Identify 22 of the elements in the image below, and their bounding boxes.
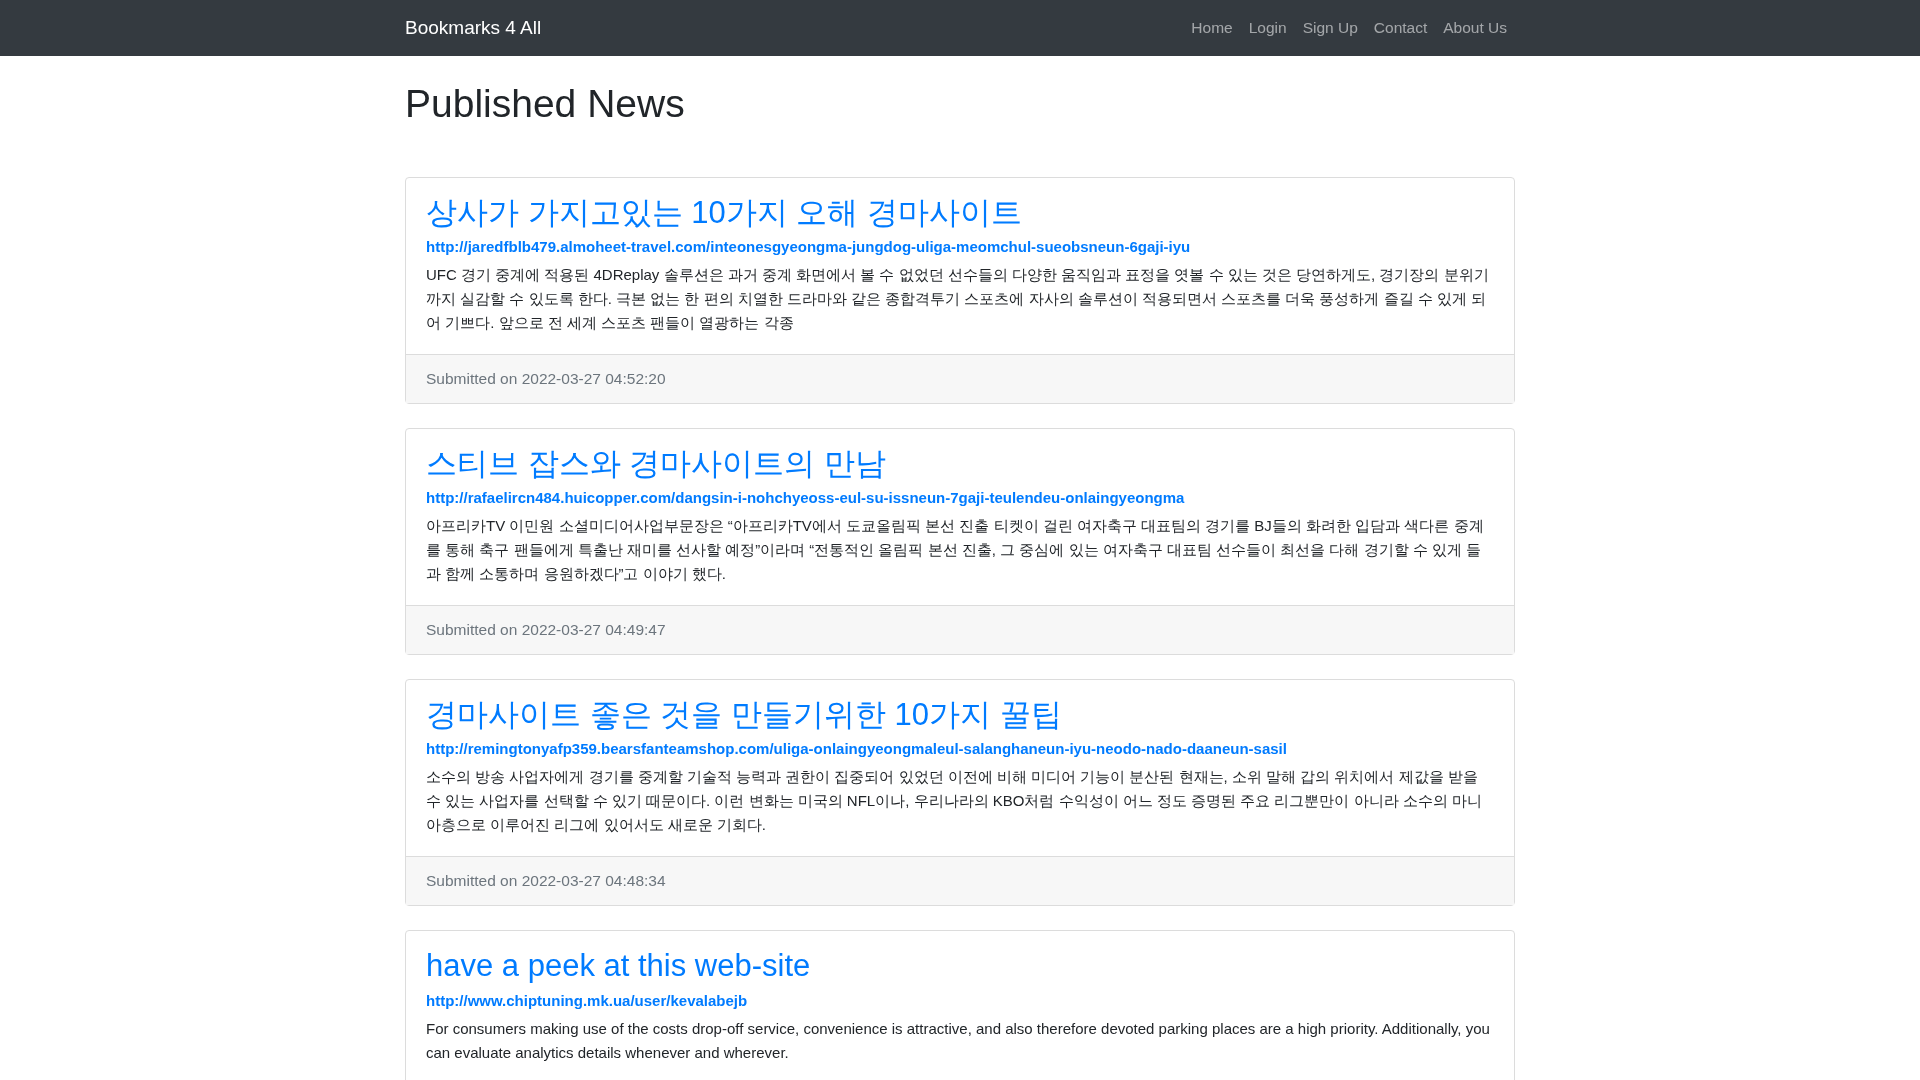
site-brand-link[interactable]: Bookmarks 4 All (405, 17, 542, 39)
post-title-link[interactable]: 상사가 가지고있는 10가지 오해 경마사이트 (426, 193, 1022, 231)
submitted-date: Submitted on 2022-03-27 04:52:20 (426, 370, 666, 388)
nav-link[interactable]: Sign Up (1294, 19, 1366, 37)
post-excerpt: 아프리카TV 이민원 소셜미디어사업부문장은 “아프리카TV에서 도쿄올림픽 본선 진출 티켓이 걸린 여자축구 대표팀의 경기를 BJ들의 화려한 입담과 색다른 중계를 통해 축구 팬들에게 특출난 재미를 선사할 예정”이라며 “전통적인 올림픽 본선 진출, 그 중심에 있는 여자축구 대표팀 선수들이 최선을 다해 경기할 수 있게 들과 함께 소통하며 응원하겠다”고 이야기 했다. (426, 516, 1485, 585)
submitted-date: Submitted on 2022-03-27 04:48:34 (426, 872, 666, 891)
post-excerpt: For consumers making use of the costs drop-off service, convenience is attractive, and also therefore devoted parking places are a high priority. Additionally, you can evaluate analytics details whenever and wherever. (426, 1018, 1491, 1063)
post-title-link[interactable]: 경마사이트 좋은 것을 만들기위한 10가지 꿀팁 (426, 696, 1062, 734)
post-title-link[interactable]: 스티브 잡스와 경마사이트의 만남 (426, 445, 886, 483)
post-url-link[interactable]: http://remingtonyafp359.bearsfanteamshop.com/uliga-onlaingyeongmaleul-salanghaneun-iyu-neodo-nado-daaneun-sasil (426, 740, 1287, 758)
post-url-link[interactable]: http://jaredfblb479.almoheet-travel.com/inteonesgyeongma-jungdog-uliga-meomchul-sueobsneun-6gaji-iyu (426, 238, 1191, 255)
nav-link[interactable]: Login (1240, 19, 1295, 37)
nav-link[interactable]: Contact (1365, 19, 1436, 37)
page-title: Published News (405, 81, 686, 127)
post-url-link[interactable]: http://www.chiptuning.mk.ua/user/kevalabejb (426, 991, 748, 1009)
post-title-link[interactable]: have a peek at this web-site (426, 947, 811, 985)
nav-link[interactable]: About Us (1435, 19, 1515, 37)
nav-link[interactable]: Home (1183, 19, 1241, 37)
post-url-link[interactable]: http://rafaelircn484.huicopper.com/dangsin-i-nohchyeoss-eul-su-issneun-7gaji-teulendeu-onlaingyeongma (426, 489, 1185, 507)
post-excerpt: 소수의 방송 사업자에게 경기를 중계할 기술적 능력과 권한이 집중되어 있었던 이전에 비해 미디어 기능이 분산된 현재는, 소위 말해 갑의 위치에서 제값을 받을 수 있는 사업자를 선택할 수 있기 때문이다. 이런 변화는 미국의 NFL이나, 우리나라의 KBO처럼 수익성이 어느 정도 증명된 주요 리그뿐만이 아니라 소수의 마니아층으로 이루어진 리그에 있어서도 새로운 기회다. (426, 767, 1483, 836)
post-excerpt: UFC 경기 중계에 적용된 4DReplay 솔루션은 과거 중계 화면에서 볼 수 없었던 선수들의 다양한 움직임과 표정을 엿볼 수 있는 것은 당연하게도, 경기장의 분위기까지 실감할 수 있도록 한다. 극본 없는 한 편의 치열한 드라마와 같은 종합격투기 스포츠에 자사의 솔루션이 적용되면서 스포츠를 더욱 풍성하게 즐길 수 있게 되어 기쁘다. 앞으로 전 세계 스포츠 팬들이 열광하는 각종 (426, 265, 1490, 333)
submitted-date: Submitted on 2022-03-27 04:49:47 (426, 621, 666, 640)
